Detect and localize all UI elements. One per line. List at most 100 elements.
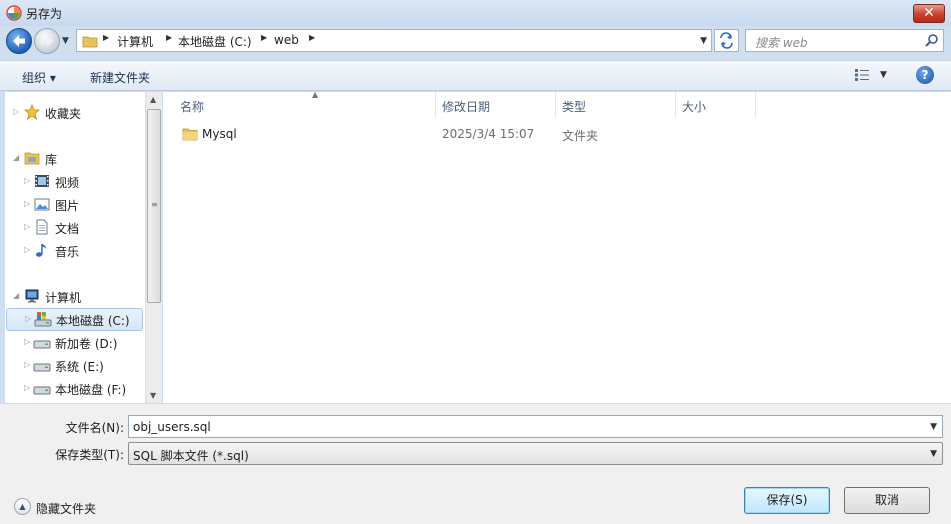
chevron-down-icon[interactable]: ▼ [930, 422, 937, 432]
nav-label: 图片 [55, 199, 80, 213]
scroll-up-icon[interactable]: ▲ [150, 95, 156, 104]
window-title: 另存为 [26, 7, 63, 21]
video-icon [35, 175, 49, 187]
history-dropdown-icon[interactable]: ▼ [62, 36, 72, 46]
title-bar: 另存为 ✕ [0, 0, 951, 26]
nav-item-drive-e[interactable]: ▷ 系统 (E:) [5, 355, 145, 376]
filename-field[interactable]: obj_users.sql ▼ [128, 415, 943, 438]
organize-button[interactable]: 组织 ▾ [22, 69, 56, 86]
nav-label: 系统 (E:) [55, 360, 104, 374]
nav-label: 文档 [55, 222, 80, 236]
file-date: 2025/3/4 15:07 [442, 127, 535, 141]
breadcrumb-drive-c[interactable]: 本地磁盘 (C:) [178, 33, 252, 50]
search-input[interactable]: 搜索 web [745, 29, 944, 52]
star-icon [24, 104, 40, 120]
folder-icon [82, 36, 98, 48]
filename-label: 文件名(N): [65, 421, 124, 435]
chevron-down-icon[interactable]: ▼ [700, 36, 707, 46]
collapse-icon[interactable]: ◢ [13, 153, 19, 162]
nav-item-documents[interactable]: ▷ 文档 [5, 217, 145, 238]
navigation-pane: ▷ 收藏夹 ◢ 库 ▷ 视频 ▷ 图片 ▷ 文档 ▷ 音乐 ◢ 计算机 ▷ 本地… [5, 92, 145, 403]
back-button[interactable] [6, 28, 32, 54]
nav-item-music[interactable]: ▷ 音乐 [5, 240, 145, 261]
nav-label: 音乐 [55, 245, 80, 259]
forward-button[interactable] [34, 28, 60, 54]
view-options-icon[interactable] [854, 68, 870, 82]
drive-icon [33, 386, 51, 395]
search-placeholder: 搜索 web [755, 36, 808, 50]
nav-item-pictures[interactable]: ▷ 图片 [5, 194, 145, 215]
arrow-left-icon [13, 35, 25, 47]
folder-icon [182, 128, 198, 141]
nav-label: 本地磁盘 (F:) [55, 383, 127, 397]
file-type: 文件夹 [562, 129, 599, 143]
breadcrumb-web[interactable]: web [274, 33, 299, 47]
column-header-type[interactable]: 类型 [556, 92, 676, 118]
column-label: 类型 [562, 100, 587, 114]
help-icon[interactable]: ? [916, 66, 934, 84]
nav-item-libraries[interactable]: ◢ 库 [5, 148, 145, 169]
nav-label: 新加卷 (D:) [55, 337, 118, 351]
column-header-size[interactable]: 大小 [676, 92, 756, 118]
sort-ascending-icon: ▲ [312, 90, 319, 99]
chevron-down-icon[interactable]: ▼ [930, 449, 937, 459]
new-folder-button[interactable]: 新建文件夹 [90, 69, 150, 86]
refresh-icon [720, 32, 733, 49]
nav-item-computer[interactable]: ◢ 计算机 [5, 286, 145, 307]
documents-icon [36, 219, 48, 235]
nav-item-drive-f[interactable]: ▷ 本地磁盘 (F:) [5, 378, 145, 399]
expand-icon[interactable]: ▷ [24, 360, 30, 369]
expand-icon[interactable]: ▷ [24, 222, 30, 231]
expand-icon[interactable]: ▷ [24, 199, 30, 208]
table-row[interactable]: Mysql 2025/3/4 15:07 文件夹 [163, 124, 951, 146]
filename-value: obj_users.sql [133, 420, 211, 434]
nav-label: 本地磁盘 (C:) [56, 314, 130, 328]
collapse-icon[interactable]: ◢ [13, 291, 19, 300]
nav-item-video[interactable]: ▷ 视频 [5, 171, 145, 192]
filetype-select[interactable]: SQL 脚本文件 (*.sql) ▼ [128, 442, 943, 465]
nav-item-drive-c[interactable]: ▷ 本地磁盘 (C:) [6, 308, 143, 331]
nav-scrollbar[interactable]: ▲ ≡ ▼ [145, 92, 162, 403]
pictures-icon [34, 198, 50, 211]
breadcrumb-separator[interactable]: ▶ [103, 33, 109, 42]
search-icon[interactable] [924, 33, 939, 48]
nav-label: 视频 [55, 176, 80, 190]
expand-icon[interactable]: ▷ [24, 383, 30, 392]
view-dropdown-icon[interactable]: ▼ [880, 70, 887, 80]
file-list: 名称 ▲ 修改日期 类型 大小 Mysql 2025/3/4 15:07 文件夹 [163, 90, 951, 403]
close-button[interactable]: ✕ [913, 4, 945, 23]
breadcrumb-separator[interactable]: ▶ [309, 33, 315, 42]
nav-item-favorites[interactable]: ▷ 收藏夹 [5, 102, 145, 123]
chevron-up-icon[interactable]: ▲ [14, 498, 31, 515]
expand-icon[interactable]: ▷ [24, 176, 30, 185]
scroll-down-icon[interactable]: ▼ [150, 391, 156, 400]
column-header-name[interactable]: 名称 ▲ [174, 90, 436, 118]
column-label: 大小 [682, 100, 707, 114]
drive-icon [33, 363, 51, 372]
library-icon [24, 152, 40, 165]
filetype-value: SQL 脚本文件 (*.sql) [133, 449, 249, 463]
refresh-button[interactable] [714, 29, 739, 52]
address-row: ▼ ▶ 计算机 ▶ 本地磁盘 (C:) ▶ web ▶ ▼ 搜索 web [0, 26, 951, 56]
breadcrumb-separator[interactable]: ▶ [166, 33, 172, 42]
save-button[interactable]: 保存(S) [744, 487, 830, 514]
arrow-right-icon [41, 35, 53, 47]
hide-folders-label: 隐藏文件夹 [36, 502, 97, 516]
scroll-thumb[interactable]: ≡ [147, 109, 161, 303]
grip-icon: ≡ [151, 200, 158, 209]
music-icon [36, 244, 47, 257]
nav-item-drive-d[interactable]: ▷ 新加卷 (D:) [5, 332, 145, 353]
expand-icon[interactable]: ▷ [13, 107, 19, 116]
column-label: 修改日期 [442, 100, 491, 114]
expand-icon[interactable]: ▷ [24, 337, 30, 346]
app-icon [6, 5, 22, 21]
address-bar[interactable]: ▶ 计算机 ▶ 本地磁盘 (C:) ▶ web ▶ ▼ [76, 29, 712, 52]
expand-icon[interactable]: ▷ [24, 245, 30, 254]
nav-label: 收藏夹 [45, 107, 82, 121]
nav-label: 库 [45, 153, 58, 167]
breadcrumb-separator[interactable]: ▶ [261, 33, 267, 42]
cancel-button[interactable]: 取消 [844, 487, 930, 514]
breadcrumb-computer[interactable]: 计算机 [117, 33, 153, 50]
column-header-date[interactable]: 修改日期 [436, 92, 556, 118]
expand-icon[interactable]: ▷ [25, 314, 31, 323]
